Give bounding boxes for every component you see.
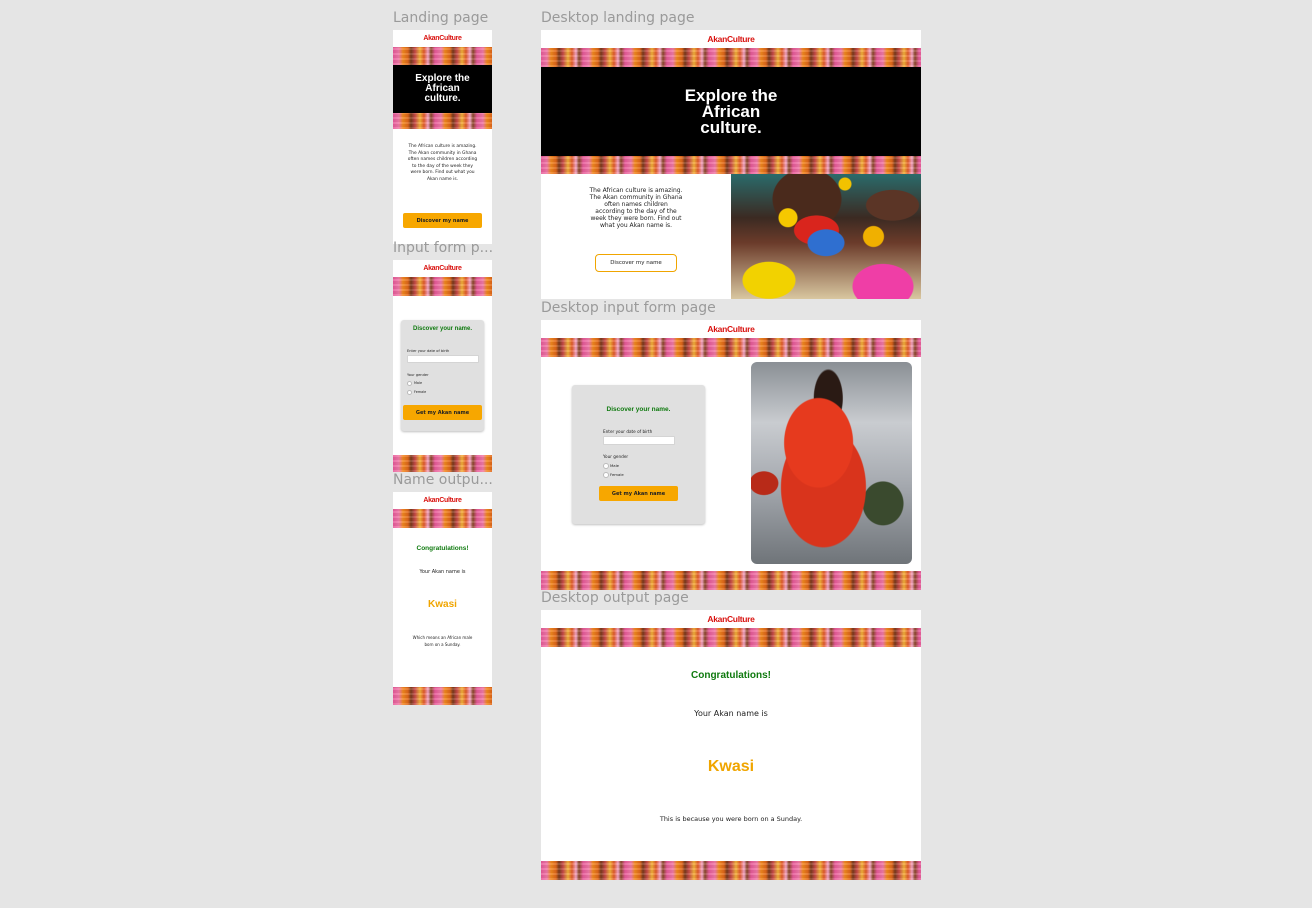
brand-logo[interactable]: AkanCulture: [393, 265, 492, 272]
pattern-banner: [541, 861, 921, 880]
akan-name: Kwasi: [707, 758, 755, 775]
pattern-banner: [393, 277, 492, 296]
hero-title: Explore the African culture.: [393, 65, 492, 113]
brand-logo[interactable]: AkanCulture: [541, 614, 921, 624]
congrats-heading: Congratulations!: [691, 670, 771, 681]
discover-button[interactable]: Discover my name: [403, 213, 482, 228]
male-label: Male: [414, 381, 423, 385]
frame-label-desktop-input: Desktop input form page: [541, 300, 716, 316]
hero-line-3: culture.: [424, 93, 461, 104]
gender-label: Your gender: [407, 373, 429, 377]
frame-label-desktop-output: Desktop output page: [541, 590, 689, 606]
pattern-banner: [393, 455, 492, 472]
congrats-heading: Congratulations!: [416, 545, 469, 552]
name-reason: Which means an African male born on a Su…: [412, 635, 473, 647]
pattern-banner: [393, 687, 492, 705]
hero-title: Explore the African culture.: [541, 67, 921, 156]
get-akan-name-button[interactable]: Get my Akan name: [599, 486, 678, 501]
pattern-banner: [541, 628, 921, 647]
female-radio[interactable]: [603, 472, 609, 478]
male-label: Male: [610, 463, 619, 468]
pattern-banner: [393, 47, 492, 65]
desktop-output-frame: AkanCulture Congratulations! Your Akan n…: [541, 610, 921, 880]
discover-button[interactable]: Discover my name: [595, 254, 677, 272]
female-label: Female: [414, 390, 427, 394]
pattern-banner: [541, 338, 921, 357]
dob-label: Enter your date of birth: [407, 349, 450, 353]
male-radio[interactable]: [407, 381, 412, 386]
brand-logo[interactable]: AkanCulture: [541, 34, 921, 44]
female-radio[interactable]: [407, 390, 412, 395]
male-radio[interactable]: [603, 463, 609, 469]
name-intro: Your Akan name is: [694, 709, 768, 718]
pattern-banner: [393, 509, 492, 528]
maasai-warrior-photo: [751, 362, 912, 564]
pattern-banner: [541, 48, 921, 67]
mobile-landing-frame: AkanCulture Explore the African culture.…: [393, 30, 492, 244]
name-intro: Your Akan name is: [419, 569, 466, 575]
frame-label-mobile-input: Input form p...: [393, 240, 494, 256]
frame-label-mobile-landing: Landing page: [393, 10, 489, 26]
pattern-banner: [541, 571, 921, 590]
brand-logo[interactable]: AkanCulture: [393, 35, 492, 42]
female-label: Female: [610, 472, 624, 477]
intro-paragraph: The African culture is amazing. The Akan…: [407, 144, 478, 182]
brand-logo[interactable]: AkanCulture: [541, 324, 921, 334]
desktop-input-frame: AkanCulture Discover your name. Enter yo…: [541, 320, 921, 590]
brand-logo[interactable]: AkanCulture: [393, 497, 492, 504]
get-akan-name-button[interactable]: Get my Akan name: [403, 405, 482, 420]
hero-line-3: culture.: [700, 117, 762, 137]
mobile-output-frame: AkanCulture Congratulations! Your Akan n…: [393, 492, 492, 705]
name-reason: This is because you were born on a Sunda…: [659, 815, 803, 823]
frame-label-desktop-landing: Desktop landing page: [541, 10, 695, 26]
frame-label-mobile-output: Name outpu...: [393, 472, 493, 488]
mobile-input-frame: AkanCulture Discover your name. Enter yo…: [393, 260, 492, 472]
dob-label: Enter your date of birth: [603, 429, 653, 434]
dob-input[interactable]: [603, 436, 675, 445]
desktop-landing-frame: AkanCulture Explore the African culture.…: [541, 30, 921, 299]
form-card: Discover your name. Enter your date of b…: [572, 385, 705, 524]
gender-label: Your gender: [603, 454, 629, 459]
form-card: Discover your name. Enter your date of b…: [401, 320, 484, 431]
form-title: Discover your name.: [412, 326, 473, 332]
pattern-banner: [393, 113, 492, 129]
beaded-woman-photo: [731, 174, 921, 299]
pattern-banner: [541, 156, 921, 174]
akan-name: Kwasi: [428, 599, 457, 610]
intro-paragraph: The African culture is amazing. The Akan…: [589, 187, 683, 229]
form-title: Discover your name.: [606, 406, 671, 413]
dob-input[interactable]: [407, 355, 479, 363]
